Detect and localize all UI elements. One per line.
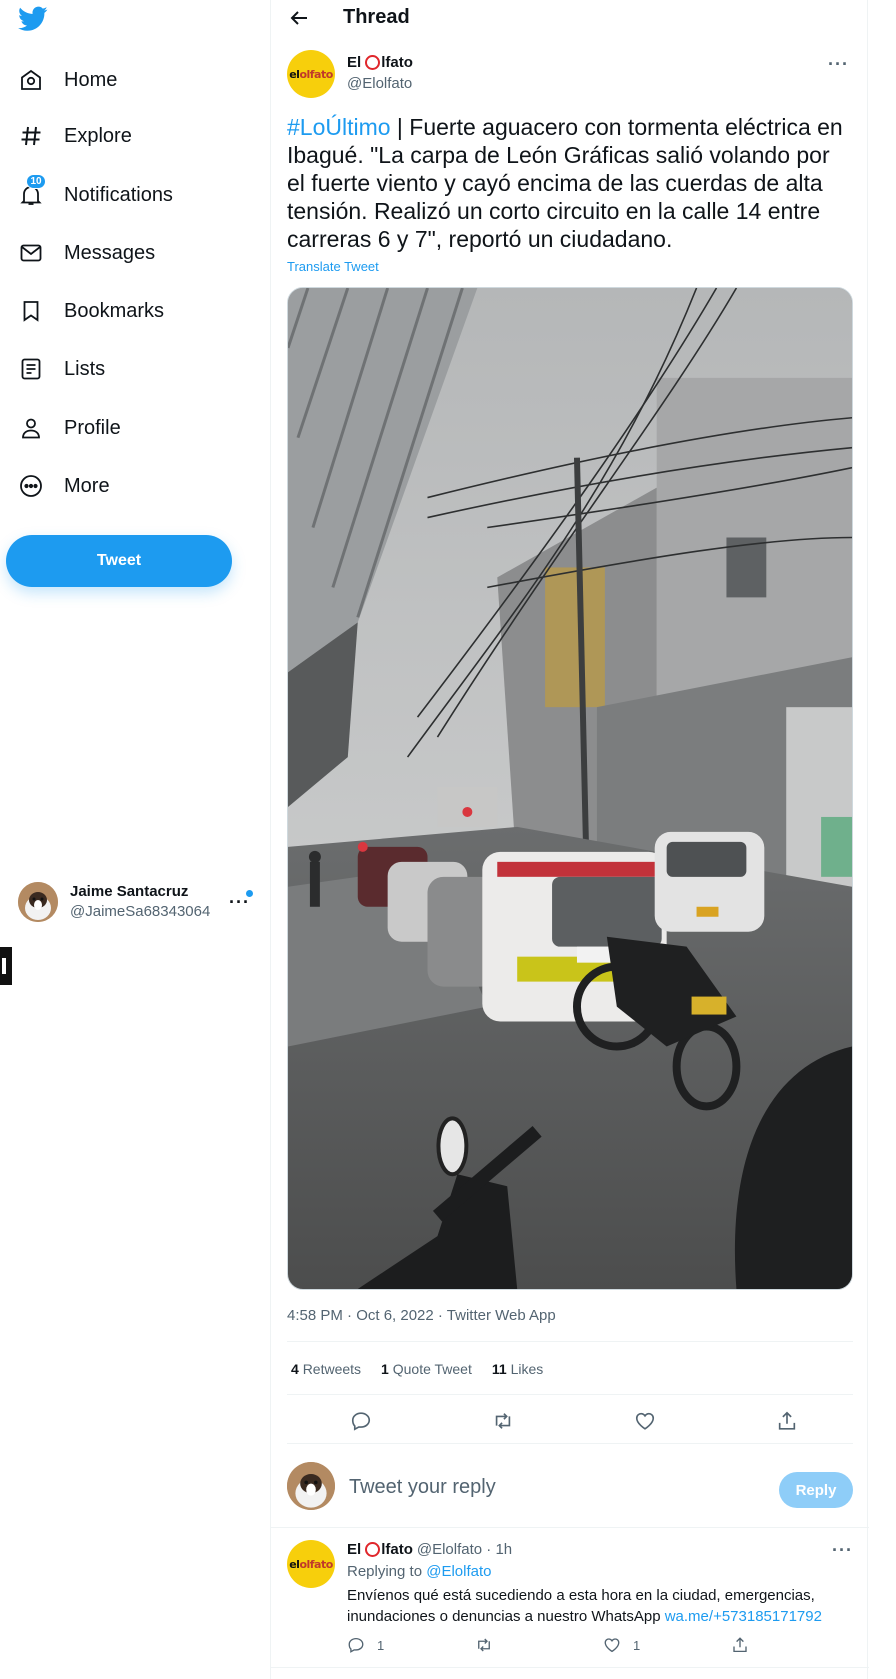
translate-link[interactable]: Translate Tweet (287, 259, 379, 274)
divider (287, 1341, 853, 1342)
tweet-author: elolfato El lfato @Elolfato ··· (287, 50, 853, 100)
reply-actions: 1 1 (347, 1636, 847, 1666)
reply-more-icon[interactable]: ··· (832, 1540, 853, 1561)
reply-meta[interactable]: @Elolfato · 1h (417, 1541, 512, 1558)
tweet-text: #LoÚltimo | Fuerte aguacero con tormenta… (287, 114, 843, 252)
sidebar-item-lists[interactable]: Lists (18, 349, 105, 389)
author-avatar[interactable]: elolfato (287, 50, 335, 98)
hashtag-icon (18, 123, 44, 149)
share-icon[interactable] (771, 1405, 803, 1437)
whatsapp-link[interactable]: wa.me/+573185171792 (665, 1608, 822, 1625)
quotes-stat[interactable]: 1 Quote Tweet (381, 1361, 472, 1377)
compose-tweet-button[interactable]: Tweet (6, 535, 232, 587)
account-name: Jaime Santacruz (70, 883, 189, 900)
list-icon (18, 356, 44, 382)
retweets-stat[interactable]: 4 Retweets (291, 1361, 361, 1377)
account-switcher[interactable]: Jaime Santacruz @JaimeSa68343064 ··· (18, 880, 253, 924)
reply-icon (348, 1637, 364, 1653)
tweet-stats: 4 Retweets 1 Quote Tweet 11 Likes (291, 1361, 543, 1377)
notification-badge: 10 (26, 174, 46, 189)
reply-author-avatar[interactable]: elolfato (287, 1540, 335, 1588)
sidebar-item-label: Home (64, 68, 118, 91)
ring-icon (365, 1542, 381, 1557)
sidebar-item-profile[interactable]: Profile (18, 408, 121, 448)
unread-dot (246, 890, 253, 897)
thread-header: Thread (271, 0, 869, 36)
sidebar-item-home[interactable]: Home (18, 60, 117, 100)
bookmark-icon (18, 298, 44, 324)
avatar (18, 882, 58, 922)
share-icon (733, 1637, 747, 1653)
divider (287, 1394, 853, 1395)
sidebar-item-explore[interactable]: Explore (18, 116, 132, 156)
replying-to-handle[interactable]: @Elolfato (426, 1563, 491, 1580)
hashtag-link[interactable]: #LoÚltimo (287, 114, 391, 140)
home-icon (18, 67, 44, 93)
account-handle: @JaimeSa68343064 (70, 903, 211, 920)
reply-reply-button[interactable]: 1 (347, 1636, 384, 1654)
sidebar-item-label: Messages (64, 241, 156, 264)
reply-composer: Reply (271, 1444, 869, 1528)
more-circle-icon (18, 473, 44, 499)
reply-text: Envíenos qué está sucediendo a esta hora… (347, 1587, 822, 1625)
sidebar-item-notifications[interactable]: 10 Notifications (18, 174, 173, 215)
main-column: Thread elolfato El lfato @Elolfato ··· #… (270, 0, 869, 1679)
replying-to: Replying to @Elolfato (347, 1563, 492, 1580)
reply-share-button[interactable] (731, 1636, 761, 1654)
sidebar-item-label: More (64, 474, 110, 497)
tweet-photo[interactable] (287, 287, 853, 1290)
reply-input[interactable] (349, 1476, 729, 1499)
avatar (287, 1462, 335, 1510)
sidebar-item-bookmarks[interactable]: Bookmarks (18, 291, 164, 331)
tweet-actions (287, 1405, 853, 1437)
likes-stat[interactable]: 11 Likes (492, 1361, 543, 1377)
brand-logo: elolfato (289, 1557, 333, 1571)
tweet-timestamp[interactable]: 4:58 PM · Oct 6, 2022 · Twitter Web App (287, 1307, 556, 1324)
bell-icon: 10 (18, 174, 46, 208)
reply-icon[interactable] (345, 1405, 377, 1437)
like-icon (604, 1638, 620, 1653)
sidebar-item-more[interactable]: More (18, 466, 110, 506)
sidebar-item-label: Notifications (64, 183, 173, 206)
person-icon (18, 415, 44, 441)
sidebar-item-label: Explore (64, 124, 132, 147)
reply-retweet-button[interactable] (475, 1636, 505, 1654)
edge-handle[interactable] (0, 947, 12, 985)
sidebar-item-messages[interactable]: Messages (18, 233, 155, 273)
author-handle[interactable]: @Elolfato (347, 75, 412, 92)
retweet-icon (478, 1638, 490, 1652)
author-name[interactable]: El lfato (347, 54, 413, 71)
twitter-bird-icon[interactable] (18, 6, 48, 32)
left-sidebar: Home Explore 10 Notifications Messages B… (0, 0, 270, 1679)
sidebar-item-label: Bookmarks (64, 299, 165, 322)
retweet-icon[interactable] (487, 1405, 519, 1437)
sidebar-item-label: Profile (64, 416, 121, 439)
sidebar-item-label: Lists (64, 357, 106, 380)
reply-author-name[interactable]: El lfato (347, 1541, 413, 1558)
brand-logo: elolfato (289, 67, 333, 81)
ring-icon (365, 55, 381, 70)
envelope-icon (18, 240, 44, 266)
reply-like-button[interactable]: 1 (603, 1636, 640, 1654)
page-title: Thread (343, 6, 410, 28)
reply-button[interactable]: Reply (779, 1472, 853, 1508)
back-arrow-icon[interactable] (287, 6, 311, 30)
like-icon[interactable] (629, 1405, 661, 1437)
reply-tweet[interactable]: elolfato El lfato @Elolfato · 1h ··· Rep… (271, 1528, 869, 1668)
tweet-more-icon[interactable]: ··· (828, 54, 849, 75)
